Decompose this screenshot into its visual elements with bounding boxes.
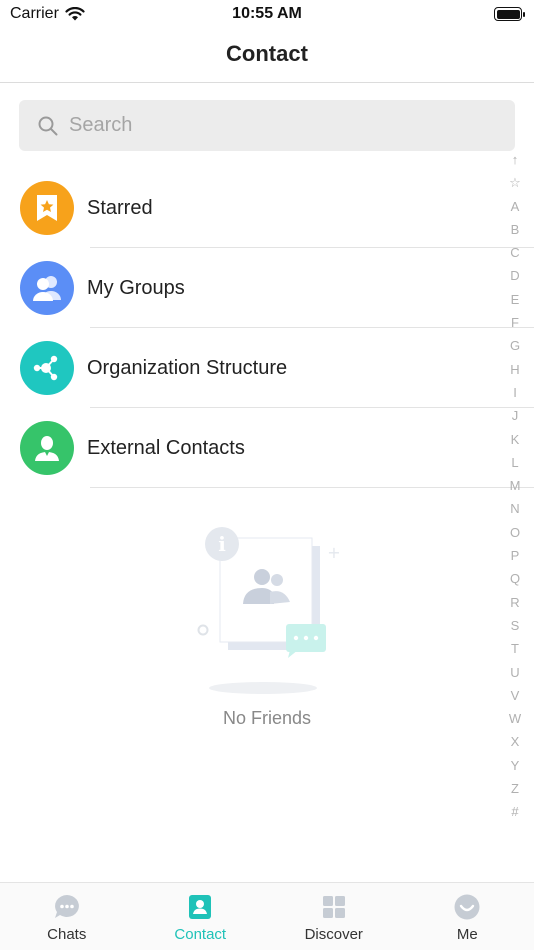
index-letter[interactable]: Q	[500, 567, 530, 590]
groups-icon	[20, 261, 74, 315]
tab-label: Me	[456, 926, 478, 943]
search-icon	[38, 116, 58, 135]
tab-label: Chats	[47, 926, 87, 943]
tab-discover[interactable]: Discover	[267, 883, 401, 950]
empty-state-illustration: i +	[160, 520, 374, 740]
list-item-label: My Groups	[87, 277, 185, 299]
list-item-starred[interactable]: Starred	[0, 168, 534, 248]
index-letter[interactable]: R	[500, 591, 530, 614]
index-letter[interactable]: Z	[500, 777, 530, 800]
index-letter[interactable]: V	[500, 684, 530, 707]
list-item-organization-structure[interactable]: Organization Structure	[0, 328, 534, 408]
tab-label: Discover	[304, 926, 363, 943]
tab-chats[interactable]: Chats	[0, 883, 134, 950]
me-icon	[454, 894, 480, 920]
list-item-my-groups[interactable]: My Groups	[0, 248, 534, 328]
shadow-ellipse	[209, 682, 317, 694]
page-title: Contact	[226, 41, 308, 66]
index-letter[interactable]: Y	[500, 754, 530, 777]
index-letter[interactable]: L	[500, 451, 530, 474]
starred-icon	[20, 181, 74, 235]
status-bar: Carrier 10:55 AM	[0, 0, 534, 28]
index-letter[interactable]: H	[500, 358, 530, 381]
tab-bar: Chats Contact Discover Me	[0, 882, 534, 950]
index-letter[interactable]: A	[500, 195, 530, 218]
alphabet-index[interactable]: ↑ ☆ A B C D E F G H I J K L M N O P Q R S T U V W X Y Z #	[500, 148, 530, 824]
search-bar[interactable]	[19, 100, 515, 151]
index-letter[interactable]: J	[500, 404, 530, 427]
divider	[90, 487, 534, 488]
index-letter[interactable]: T	[500, 637, 530, 660]
index-letter[interactable]: M	[500, 474, 530, 497]
index-letter[interactable]: #	[500, 800, 530, 823]
index-letter[interactable]: I	[500, 381, 530, 404]
empty-state-text: No Friends	[222, 708, 312, 728]
navigation-bar: Contact	[0, 28, 534, 83]
external-contacts-icon	[20, 421, 74, 475]
index-letter[interactable]: D	[500, 264, 530, 287]
index-letter[interactable]: K	[500, 428, 530, 451]
chats-icon	[54, 895, 79, 918]
svg-text:+: +	[327, 543, 340, 562]
tab-label: Contact	[174, 926, 227, 943]
index-letter[interactable]: E	[500, 288, 530, 311]
index-letter[interactable]: ↑	[500, 148, 530, 171]
svg-text:i: i	[218, 532, 226, 556]
index-letter[interactable]: O	[500, 521, 530, 544]
list-item-label: Starred	[87, 197, 153, 219]
index-letter[interactable]: P	[500, 544, 530, 567]
index-letter[interactable]: S	[500, 614, 530, 637]
search-input[interactable]	[69, 114, 449, 137]
index-letter[interactable]: W	[500, 707, 530, 730]
index-letter[interactable]: N	[500, 497, 530, 520]
index-letter[interactable]: B	[500, 218, 530, 241]
index-letter[interactable]: C	[500, 241, 530, 264]
index-letter[interactable]: G	[500, 334, 530, 357]
clock: 10:55 AM	[232, 5, 302, 22]
discover-icon	[322, 896, 345, 918]
tab-me[interactable]: Me	[401, 883, 534, 950]
index-letter[interactable]: U	[500, 661, 530, 684]
list-item-label: Organization Structure	[87, 357, 288, 379]
index-letter[interactable]: X	[500, 730, 530, 753]
list-item-label: External Contacts	[87, 437, 245, 459]
list-item-external-contacts[interactable]: External Contacts	[0, 408, 534, 488]
index-letter[interactable]: ☆	[500, 171, 530, 194]
tab-contact[interactable]: Contact	[134, 883, 268, 950]
contact-icon	[189, 895, 212, 919]
organization-icon	[20, 341, 74, 395]
battery-icon	[494, 7, 525, 21]
contact-list: Starred My Groups Organization Structure…	[0, 168, 534, 488]
index-letter[interactable]: F	[500, 311, 530, 334]
